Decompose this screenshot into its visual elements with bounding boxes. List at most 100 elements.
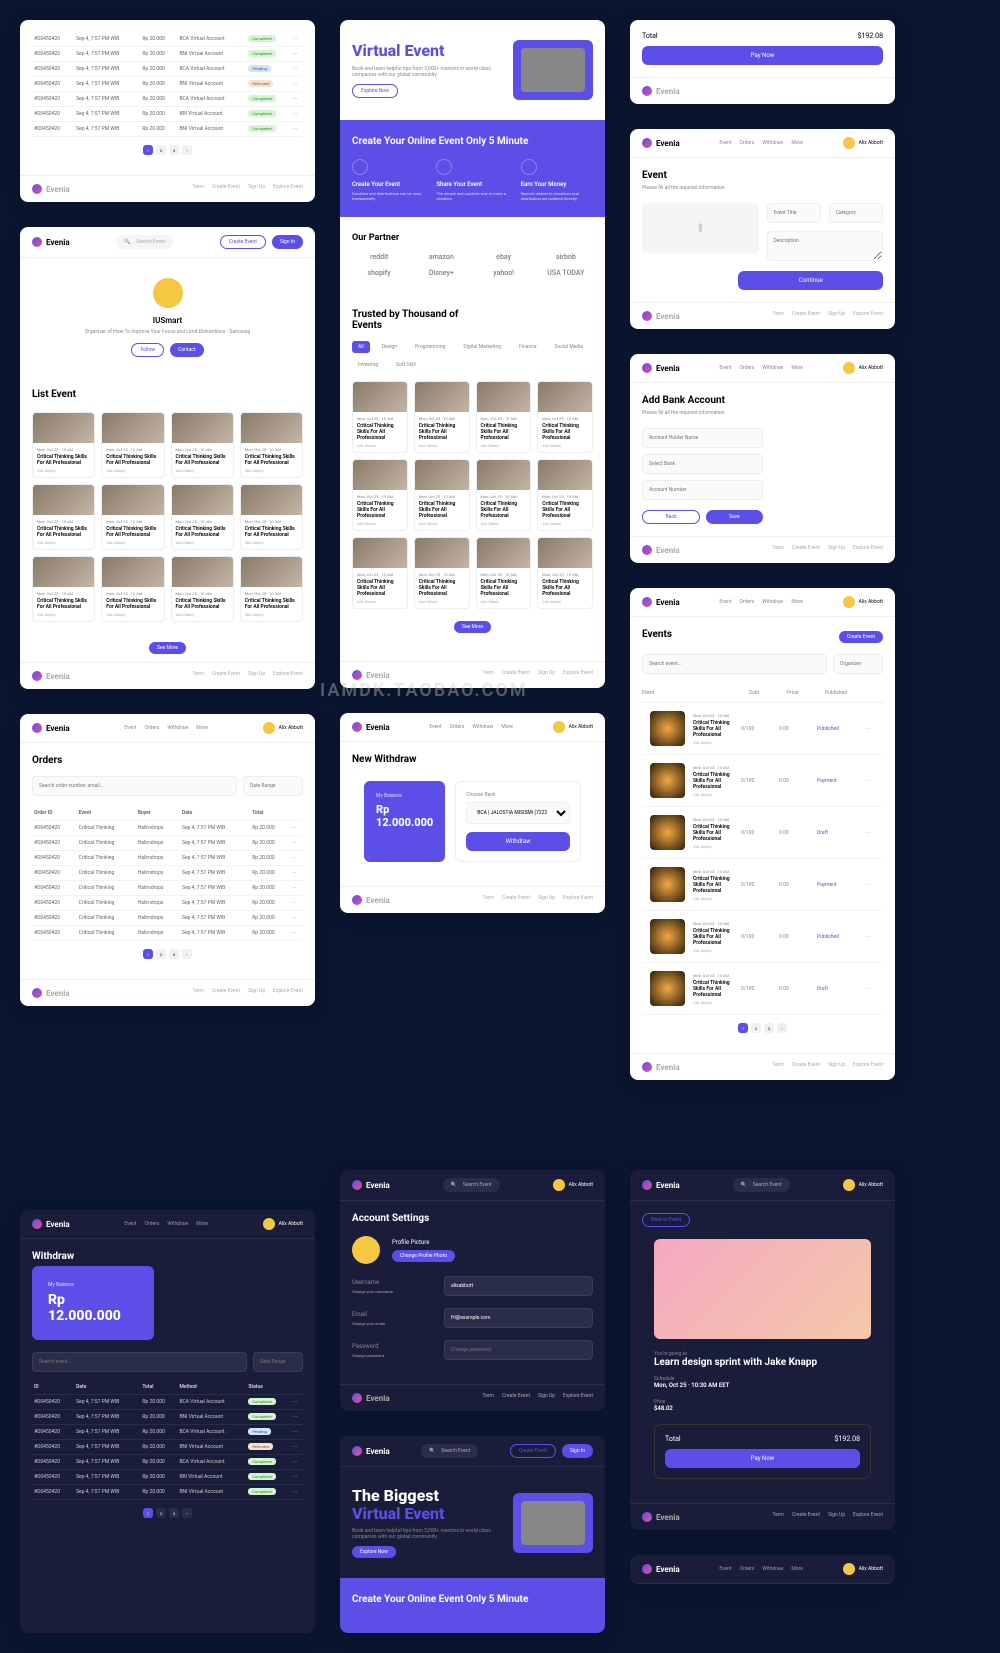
- event-card[interactable]: Mon, Oct 25 · 10 AMCritical Thinking Ski…: [101, 556, 164, 622]
- tab-investing[interactable]: Investing: [352, 359, 384, 371]
- footer-link[interactable]: Create Event: [212, 184, 240, 194]
- nav-link[interactable]: Event: [124, 725, 136, 731]
- more-icon[interactable]: ⋯: [290, 107, 303, 122]
- see-more-button[interactable]: See More: [454, 621, 491, 633]
- see-more-button[interactable]: See More: [149, 642, 186, 654]
- search-input[interactable]: 🔍Search Event: [116, 235, 173, 249]
- page-2[interactable]: 2: [156, 949, 166, 959]
- event-card[interactable]: Mon, Oct 25 · 10 AMCritical Thinking Ski…: [101, 484, 164, 550]
- event-card[interactable]: Mon, Oct 25 · 10 AMCritical Thinking Ski…: [240, 412, 303, 478]
- logo[interactable]: Evenia: [32, 237, 70, 247]
- event-search[interactable]: [642, 654, 827, 674]
- order-id[interactable]: #D0450420: [32, 122, 74, 137]
- more-icon[interactable]: ⋯: [865, 726, 875, 732]
- continue-button[interactable]: Continue: [738, 271, 883, 290]
- page-1[interactable]: 1: [143, 145, 153, 155]
- event-row[interactable]: Mon, Oct 25 · 10 AMCritical Thinking Ski…: [642, 807, 883, 859]
- nav-link[interactable]: More: [791, 365, 803, 371]
- page-next[interactable]: ›: [182, 949, 192, 959]
- create-event-button[interactable]: Create Event: [220, 235, 266, 249]
- footer-link[interactable]: Term: [192, 988, 203, 998]
- avatar[interactable]: [263, 722, 275, 734]
- footer-link[interactable]: Sign Up: [538, 895, 555, 905]
- more-icon[interactable]: ⋯: [290, 62, 303, 77]
- footer-link[interactable]: Term: [482, 1393, 493, 1403]
- back-button[interactable]: Back: [642, 510, 700, 524]
- footer-link[interactable]: Sign Up: [248, 184, 265, 194]
- nav-link[interactable]: Orders: [450, 724, 465, 730]
- tab-programming[interactable]: Programming: [409, 341, 451, 353]
- holder-name-input[interactable]: [642, 428, 763, 448]
- order-id[interactable]: #D0450420: [32, 77, 74, 92]
- footer-link[interactable]: Sign Up: [828, 1062, 845, 1072]
- event-row[interactable]: Mon, Oct 25 · 10 AMCritical Thinking Ski…: [642, 911, 883, 963]
- tab-social-media[interactable]: Social Media: [549, 341, 590, 353]
- footer-link[interactable]: Explore Event: [853, 545, 883, 555]
- more-icon[interactable]: ⋯: [865, 882, 875, 888]
- footer-link[interactable]: Explore Event: [563, 1393, 593, 1403]
- event-row[interactable]: Mon, Oct 25 · 10 AMCritical Thinking Ski…: [642, 859, 883, 911]
- nav-link[interactable]: Event: [719, 365, 731, 371]
- footer-link[interactable]: Term: [192, 184, 203, 194]
- event-card[interactable]: Mon, Oct 25 · 10 AMCritical Thinking Ski…: [32, 556, 95, 622]
- tab-finance[interactable]: Finance: [513, 341, 543, 353]
- date-range[interactable]: [243, 776, 303, 796]
- footer-link[interactable]: Create Event: [792, 545, 820, 555]
- footer-link[interactable]: Sign Up: [248, 988, 265, 998]
- event-card[interactable]: Mon, Oct 25 · 10 AMCritical Thinking Ski…: [537, 381, 593, 453]
- account-number-input[interactable]: [642, 480, 763, 500]
- order-id[interactable]: #D0450420: [32, 107, 74, 122]
- bank-select-input[interactable]: [642, 454, 763, 474]
- nav-link[interactable]: Orders: [145, 725, 160, 731]
- nav-link[interactable]: More: [501, 724, 513, 730]
- email-input[interactable]: [444, 1308, 593, 1328]
- nav-link[interactable]: More: [196, 1221, 208, 1227]
- nav-link[interactable]: Orders: [145, 1221, 160, 1227]
- withdraw-button[interactable]: Withdraw: [466, 832, 570, 851]
- pay-now-button[interactable]: Pay Now: [642, 46, 883, 65]
- event-card[interactable]: Mon, Oct 25 · 10 AMCritical Thinking Ski…: [171, 556, 234, 622]
- nav-link[interactable]: More: [791, 140, 803, 146]
- more-icon[interactable]: ⋯: [290, 122, 303, 137]
- more-icon[interactable]: ⋯: [290, 77, 303, 92]
- tab-design[interactable]: Design: [376, 341, 403, 353]
- organizer-filter[interactable]: [833, 654, 883, 674]
- order-id[interactable]: #D0450420: [32, 92, 74, 107]
- event-card[interactable]: Mon, Oct 25 · 10 AMCritical Thinking Ski…: [240, 484, 303, 550]
- change-photo-button[interactable]: Change Profile Photo: [392, 1250, 455, 1262]
- nav-link[interactable]: Withdraw: [762, 365, 783, 371]
- order-id[interactable]: #D0450420: [32, 62, 74, 77]
- tab-digital-marketing[interactable]: Digital Marketing: [457, 341, 507, 353]
- tab-soft-skill[interactable]: Soft Skill: [390, 359, 422, 371]
- footer-link[interactable]: Sign Up: [828, 545, 845, 555]
- nav-link[interactable]: Withdraw: [167, 725, 188, 731]
- more-icon[interactable]: ⋯: [865, 830, 875, 836]
- search[interactable]: [32, 1352, 247, 1372]
- tab-all[interactable]: All: [352, 341, 370, 353]
- event-row[interactable]: Mon, Oct 25 · 10 AMCritical Thinking Ski…: [642, 755, 883, 807]
- more-icon[interactable]: ⋯: [290, 92, 303, 107]
- event-card[interactable]: Mon, Oct 25 · 10 AMCritical Thinking Ski…: [414, 459, 470, 531]
- footer-link[interactable]: Sign Up: [538, 1393, 555, 1403]
- more-icon[interactable]: ⋯: [290, 32, 303, 47]
- nav-link[interactable]: Event: [719, 1566, 731, 1572]
- footer-link[interactable]: Create Event: [212, 988, 240, 998]
- nav-link[interactable]: Withdraw: [472, 724, 493, 730]
- footer-link[interactable]: Create Event: [792, 1512, 820, 1522]
- more-icon[interactable]: ⋯: [290, 47, 303, 62]
- page-2[interactable]: 2: [156, 145, 166, 155]
- image-upload[interactable]: [642, 203, 759, 253]
- footer-link[interactable]: Create Event: [502, 1393, 530, 1403]
- nav-link[interactable]: Withdraw: [762, 1566, 783, 1572]
- page-1[interactable]: 1: [143, 949, 153, 959]
- event-card[interactable]: Mon, Oct 25 · 10 AMCritical Thinking Ski…: [414, 381, 470, 453]
- nav-link[interactable]: Withdraw: [167, 1221, 188, 1227]
- event-card[interactable]: Mon, Oct 25 · 10 AMCritical Thinking Ski…: [171, 412, 234, 478]
- description-input[interactable]: [767, 231, 884, 261]
- order-id[interactable]: #D0450420: [32, 47, 74, 62]
- nav-link[interactable]: More: [791, 1566, 803, 1572]
- username-input[interactable]: [444, 1276, 593, 1296]
- event-card[interactable]: Mon, Oct 25 · 10 AMCritical Thinking Ski…: [32, 484, 95, 550]
- nav-link[interactable]: Orders: [740, 365, 755, 371]
- save-button[interactable]: Save: [706, 510, 762, 524]
